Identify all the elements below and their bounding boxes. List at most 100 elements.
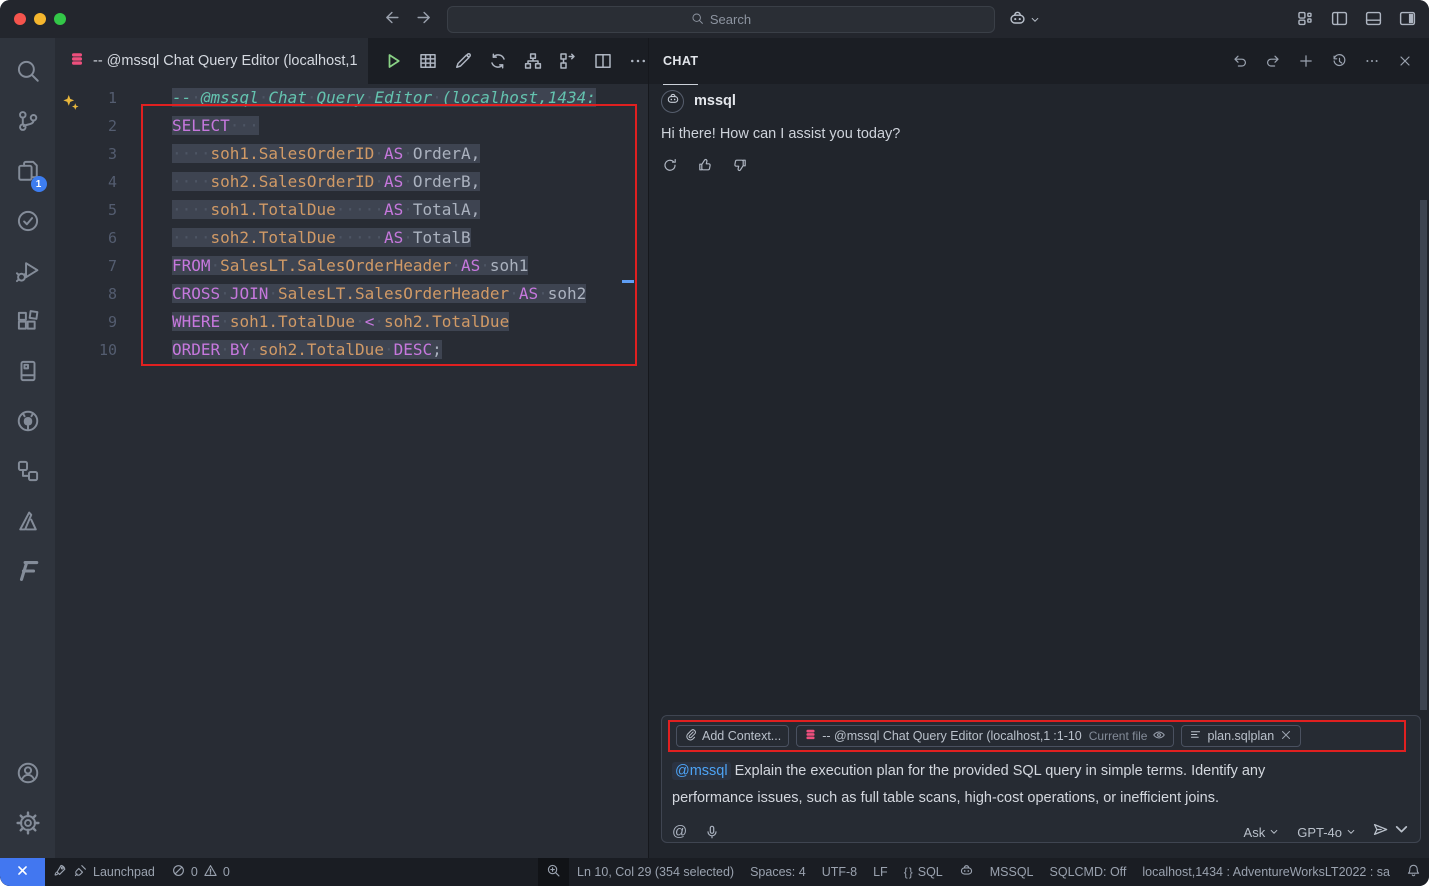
context-chip-plan-file-context[interactable]: plan.sqlplan bbox=[1181, 725, 1301, 747]
split-editor-button[interactable] bbox=[591, 49, 615, 73]
sparkle-icon[interactable] bbox=[62, 94, 80, 116]
status-cursor-position[interactable]: Ln 10, Col 29 (354 selected) bbox=[569, 858, 742, 886]
minimize-window-button[interactable] bbox=[34, 13, 46, 25]
status-text: localhost,1434 : AdventureWorksLT2022 : … bbox=[1142, 865, 1390, 879]
context-chip-current-file-context[interactable]: -- @mssql Chat Query Editor (localhost,1… bbox=[796, 725, 1174, 747]
chat-scrollbar[interactable] bbox=[1420, 200, 1427, 710]
mode-picker[interactable]: Ask bbox=[1244, 825, 1280, 840]
status-mssql-extension[interactable]: MSSQL bbox=[982, 858, 1042, 886]
estimated-plan-button[interactable] bbox=[521, 49, 545, 73]
close-icon[interactable] bbox=[1279, 728, 1293, 745]
eye-icon[interactable] bbox=[1152, 728, 1166, 745]
chat-history-button[interactable] bbox=[1329, 51, 1349, 71]
error-slash-icon bbox=[171, 863, 186, 881]
chat-input-box[interactable]: Add Context... -- @mssql Chat Query Edito… bbox=[661, 715, 1421, 843]
azure-icon bbox=[15, 508, 41, 539]
source-control-icon bbox=[15, 108, 41, 139]
chip-range: :1-10 bbox=[1053, 729, 1082, 743]
chat-ellipsis-button[interactable] bbox=[1362, 51, 1382, 71]
copilot-menu-button[interactable] bbox=[1008, 9, 1040, 33]
activity-item-sql-server[interactable] bbox=[5, 348, 51, 398]
status-launchpad[interactable]: Launchpad bbox=[45, 858, 163, 886]
activity-item-azure[interactable] bbox=[5, 498, 51, 548]
edit-connection-button[interactable] bbox=[451, 49, 475, 73]
activity-item-settings[interactable] bbox=[5, 800, 51, 850]
activity-item-fabric[interactable] bbox=[5, 548, 51, 598]
chat-plus-button[interactable] bbox=[1296, 51, 1316, 71]
code-editor[interactable]: 1--·@mssql·Chat·Query·Editor·(localhost,… bbox=[55, 84, 648, 858]
actual-plan-button[interactable] bbox=[556, 49, 580, 73]
activity-item-database-projects[interactable] bbox=[5, 448, 51, 498]
tab-chat[interactable]: CHAT bbox=[663, 38, 698, 85]
change-connection-button[interactable] bbox=[486, 49, 510, 73]
database-icon bbox=[69, 51, 85, 72]
status-indentation[interactable]: Spaces: 4 bbox=[742, 858, 814, 886]
retry-button[interactable] bbox=[661, 156, 679, 174]
status-encoding[interactable]: UTF-8 bbox=[814, 858, 865, 886]
testing-icon bbox=[15, 208, 41, 239]
results-grid-button[interactable] bbox=[416, 49, 440, 73]
copilot-icon bbox=[1008, 9, 1027, 33]
chat-close-button[interactable] bbox=[1395, 51, 1415, 71]
search-icon bbox=[691, 12, 704, 28]
status-eol[interactable]: LF bbox=[865, 858, 896, 886]
activity-item-testing[interactable] bbox=[5, 198, 51, 248]
toggle-primary-sidebar-button[interactable] bbox=[1330, 9, 1349, 33]
activity-item-explorer[interactable]: 1 bbox=[5, 148, 51, 198]
status-problems[interactable]: 00 bbox=[163, 858, 238, 886]
model-picker[interactable]: GPT-4o bbox=[1297, 825, 1356, 840]
customize-layout-button[interactable] bbox=[1296, 9, 1315, 33]
status-language-mode[interactable]: { }SQL bbox=[896, 858, 951, 886]
more-actions-button[interactable] bbox=[626, 49, 650, 73]
chat-input-line2: performance issues, such as full table s… bbox=[672, 785, 1410, 812]
thumbs-up-button[interactable] bbox=[696, 156, 714, 174]
chevron-down-icon bbox=[1269, 825, 1279, 840]
status-text: UTF-8 bbox=[822, 865, 857, 879]
warning-icon bbox=[203, 863, 218, 881]
selection: FROM·SalesLT.SalesOrderHeader·AS·soh1 bbox=[172, 256, 528, 275]
chat-input-footer: @ Ask GPT-4o bbox=[672, 817, 1410, 847]
status-bar: Launchpad00 Ln 10, Col 29 (354 selected)… bbox=[0, 858, 1429, 886]
status-remote-indicator[interactable] bbox=[0, 858, 45, 886]
chat-redo-button[interactable] bbox=[1263, 51, 1283, 71]
activity-item-extensions[interactable] bbox=[5, 298, 51, 348]
toggle-secondary-sidebar-button[interactable] bbox=[1398, 9, 1417, 33]
back-button[interactable] bbox=[383, 8, 402, 32]
copilot-face-icon bbox=[666, 92, 680, 111]
chat-input-text[interactable]: @mssql Explain the execution plan for th… bbox=[672, 758, 1410, 812]
selection: ····soh1.SalesOrderID·AS·OrderA, bbox=[172, 144, 480, 163]
chat-message-author: mssql bbox=[694, 93, 736, 109]
send-button[interactable] bbox=[1372, 821, 1410, 843]
toggle-panel-button[interactable] bbox=[1364, 9, 1383, 33]
forward-button[interactable] bbox=[414, 8, 433, 32]
selection: CROSS·JOIN·SalesLT.SalesOrderHeader·AS·s… bbox=[172, 284, 586, 303]
activity-item-search[interactable] bbox=[5, 48, 51, 98]
chat-panel: CHAT mssql Hi there! How can I assist yo… bbox=[648, 38, 1429, 858]
at-button[interactable]: @ bbox=[672, 824, 687, 840]
activity-item-accounts[interactable] bbox=[5, 750, 51, 800]
gutter: 7 bbox=[55, 257, 145, 276]
line-number: 3 bbox=[55, 145, 117, 163]
command-center-search[interactable]: Search bbox=[447, 6, 995, 33]
run-query-button[interactable] bbox=[381, 49, 405, 73]
line-number: 9 bbox=[55, 313, 117, 331]
tab-mssql-chat-query-editor[interactable]: -- @mssql Chat Query Editor (localhost,1 bbox=[55, 38, 368, 84]
mic-button[interactable] bbox=[704, 824, 720, 840]
thumbs-down-button[interactable] bbox=[731, 156, 749, 174]
status-notifications[interactable] bbox=[1398, 858, 1429, 886]
status-copilot-status[interactable] bbox=[951, 858, 982, 886]
status-zoom-level[interactable] bbox=[538, 858, 569, 886]
activity-item-source-control[interactable] bbox=[5, 98, 51, 148]
chat-undo-button[interactable] bbox=[1230, 51, 1250, 71]
code-text: FROM·SalesLT.SalesOrderHeader·AS·soh1 bbox=[172, 252, 528, 280]
context-chip-add-context[interactable]: Add Context... bbox=[676, 725, 789, 747]
context-chips-row: Add Context... -- @mssql Chat Query Edito… bbox=[668, 720, 1406, 752]
close-window-button[interactable] bbox=[14, 13, 26, 25]
activity-item-github[interactable] bbox=[5, 398, 51, 448]
zoom-window-button[interactable] bbox=[54, 13, 66, 25]
activity-item-run-debug[interactable] bbox=[5, 248, 51, 298]
database-projects-icon bbox=[15, 458, 41, 489]
status-sqlcmd[interactable]: SQLCMD: Off bbox=[1042, 858, 1135, 886]
status-text: 0 bbox=[191, 865, 198, 879]
status-connection[interactable]: localhost,1434 : AdventureWorksLT2022 : … bbox=[1134, 858, 1398, 886]
